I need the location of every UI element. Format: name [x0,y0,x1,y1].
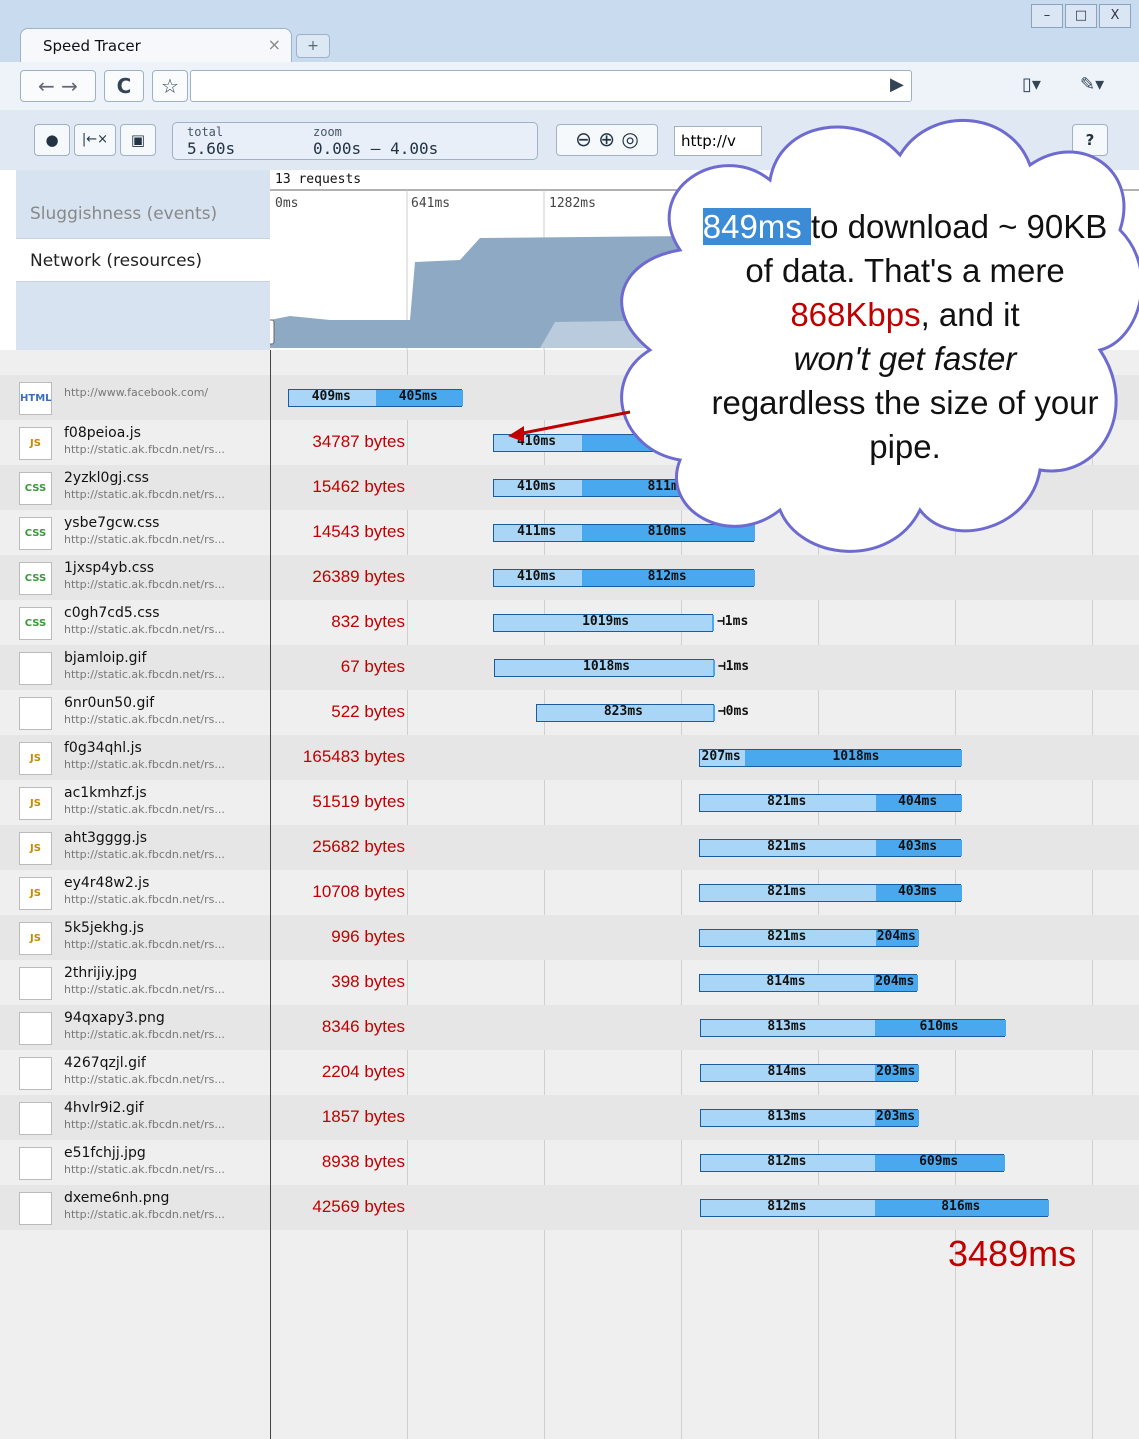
resource-bytes: 26389 bytes [312,567,405,586]
download-segment [712,660,715,676]
bookmark-star-icon[interactable]: ☆ [152,70,188,102]
resource-bytes: 8346 bytes [321,1017,405,1036]
resource-bytes: 10708 bytes [312,882,405,901]
latency-label: 821ms [767,884,807,899]
total-label: total [187,125,224,139]
resource-bytes: 398 bytes [331,972,405,991]
callout-text: 849ms to download ~ 90KB of data. That's… [690,205,1120,469]
download-label: ⊣1ms [717,659,750,674]
latency-label: 1018ms [583,659,630,674]
latency-label: 814ms [767,1064,807,1079]
window-titlebar: Speed Tracer × + – □ X [0,0,1139,63]
callout-highlight: 849ms [702,208,811,245]
resource-bytes: 2204 bytes [321,1062,405,1081]
tab-title: Speed Tracer [43,37,141,55]
clear-icon[interactable]: |←× [74,124,116,156]
resource-bytes: 25682 bytes [312,837,405,856]
latency-label: 813ms [767,1109,807,1124]
callout-rate: 868Kbps [790,296,921,333]
latency-label: 823ms [603,704,643,719]
resource-bytes: 14543 bytes [312,522,405,541]
timing-bar[interactable] [700,1019,1006,1037]
overview-range-handle [270,319,275,345]
download-label: 203ms [875,1109,916,1124]
download-label: ⊣1ms [716,614,749,629]
download-label: 1018ms [832,749,880,764]
resource-bytes: 165483 bytes [302,747,405,766]
close-window-button[interactable]: X [1099,4,1131,28]
callout-part-3: regardless the size of your pipe. [711,384,1099,465]
latency-label: 1019ms [582,614,630,629]
latency-label: 821ms [767,839,807,854]
minimize-button[interactable]: – [1031,4,1063,28]
resource-bytes: 42569 bytes [312,1197,405,1216]
download-segment [712,705,715,721]
time-range-box: total 5.60s zoom 0.00s – 4.00s [172,122,538,160]
download-label: 404ms [898,794,938,809]
download-label: 405ms [398,389,438,404]
address-bar[interactable] [190,70,912,102]
maximize-button[interactable]: □ [1065,4,1097,28]
tab-sluggishness[interactable]: Sluggishness (events) [16,192,270,236]
latency-label: 207ms [701,749,741,764]
tab-network[interactable]: Network (resources) [16,238,270,282]
back-forward-buttons[interactable]: ← → [20,70,96,102]
tab-close-icon[interactable]: × [268,35,281,54]
go-icon[interactable]: ▶ [890,74,904,95]
callout-part-2: , and it [920,296,1020,333]
resource-bytes: 832 bytes [331,612,405,631]
resource-bytes: 34787 bytes [312,432,405,451]
latency-label: 411ms [517,524,557,539]
download-label: 816ms [941,1199,981,1214]
download-label: 610ms [919,1019,959,1034]
arrow-head [508,426,524,442]
zoom-out-icon[interactable]: ⊖ [575,127,592,151]
wrench-menu-icon[interactable]: ✎▾ [1080,74,1104,95]
zoom-label: zoom [313,125,342,139]
download-label: ⊣0ms [717,704,750,719]
latency-label: 812ms [767,1154,807,1169]
forward-icon[interactable]: → [61,74,78,98]
latency-label: 410ms [516,569,557,584]
resource-bytes: 51519 bytes [312,792,405,811]
latency-label: 813ms [767,1019,807,1034]
browser-toolbar: ← → C ☆ ▶ ▯▾ ✎▾ [0,62,1139,111]
reload-button[interactable]: C [104,70,144,102]
zoom-value: 0.00s – 4.00s [313,139,439,158]
record-icon[interactable]: ● [34,124,70,156]
resource-bytes: 8938 bytes [321,1152,405,1171]
download-label: 204ms [876,929,916,944]
download-label: 403ms [897,839,938,854]
timing-bar[interactable] [700,1199,1050,1217]
latency-label: 409ms [311,389,351,404]
total-value: 5.60s [187,139,236,158]
window-controls: – □ X [1031,4,1131,28]
download-label: 203ms [876,1064,916,1079]
page-menu-icon[interactable]: ▯▾ [1022,74,1041,95]
download-segment [711,615,714,631]
download-label: 204ms [875,974,915,989]
download-label: 403ms [897,884,938,899]
resource-bytes: 67 bytes [340,657,405,676]
latency-label: 821ms [767,929,807,944]
latency-label: 410ms [516,479,557,494]
resource-list-column [16,350,271,1439]
arrow-line [517,410,631,436]
new-tab-button[interactable]: + [296,34,330,58]
tab-speed-tracer[interactable]: Speed Tracer × [20,28,292,63]
latency-label: 814ms [766,974,806,989]
callout-italic: won't get faster [793,340,1017,377]
latency-label: 812ms [767,1199,807,1214]
resource-bytes: 1857 bytes [321,1107,405,1126]
resource-bytes: 996 bytes [331,927,405,946]
resource-bytes: 15462 bytes [312,477,405,496]
back-icon[interactable]: ← [38,74,55,98]
resource-bytes: 522 bytes [331,702,405,721]
total-load-time: 3489ms [948,1233,1077,1274]
save-icon[interactable]: ▣ [120,124,156,156]
latency-label: 821ms [767,794,807,809]
download-label: 609ms [919,1154,959,1169]
callout-arrow [508,410,631,442]
timing-bar[interactable] [700,1154,1006,1172]
